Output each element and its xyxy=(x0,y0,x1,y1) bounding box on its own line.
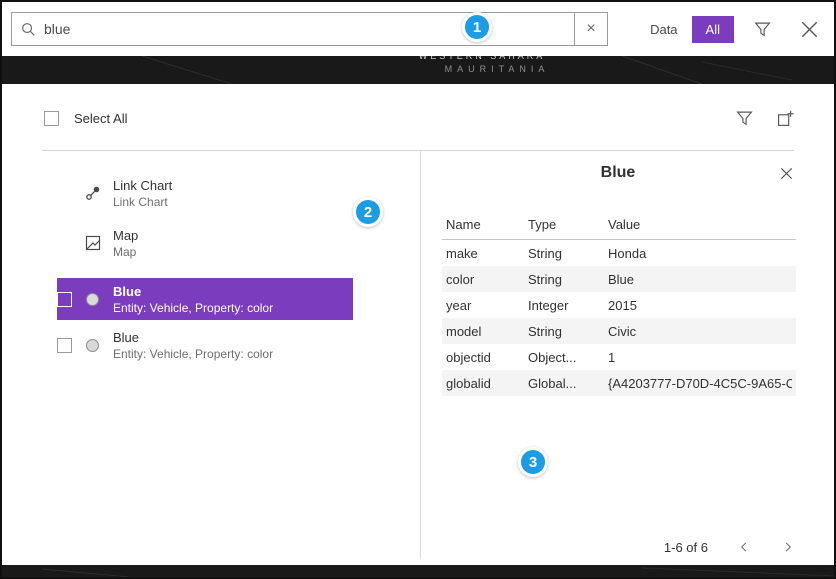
column-header: Name xyxy=(446,217,528,232)
item-subtitle: Entity: Vehicle, Property: color xyxy=(113,301,273,315)
panel-actions xyxy=(736,110,794,127)
select-all-checkbox[interactable] xyxy=(44,111,59,126)
clear-search-button[interactable]: × xyxy=(574,13,607,45)
cell-value: {A4203777-D70D-4C5C-9A65-C... xyxy=(608,376,792,391)
list-item-link-chart[interactable]: Link Chart Link Chart xyxy=(57,172,353,214)
property-table: Name Type Value make String Honda color … xyxy=(442,210,796,396)
map-label-mauritania: MAURITANIA xyxy=(422,64,572,74)
annotation-callout-2: 2 xyxy=(353,197,383,227)
table-row: objectid Object... 1 xyxy=(442,344,796,370)
list-item-map[interactable]: Map Map xyxy=(57,222,353,264)
cell-value: Blue xyxy=(608,272,792,287)
item-title: Link Chart xyxy=(113,178,172,193)
cell-type: Object... xyxy=(528,350,608,365)
table-header-row: Name Type Value xyxy=(442,210,796,240)
map-icon xyxy=(84,235,101,251)
cell-name: model xyxy=(446,324,528,339)
column-header: Value xyxy=(608,217,792,232)
search-results-panel: Select All Link Chart Link Chart xyxy=(2,84,834,565)
annotation-callout-3: 3 xyxy=(518,447,548,477)
search-input[interactable] xyxy=(44,13,574,45)
select-all-label: Select All xyxy=(74,111,127,126)
chevron-right-icon[interactable] xyxy=(780,539,796,555)
item-checkbox[interactable] xyxy=(57,292,72,307)
cell-value: 1 xyxy=(608,350,792,365)
cell-name: make xyxy=(446,246,528,261)
pagination: 1-6 of 6 xyxy=(664,539,796,555)
all-toggle-button[interactable]: All xyxy=(692,16,734,43)
item-title: Blue xyxy=(113,330,273,345)
chevron-left-icon[interactable] xyxy=(736,539,752,555)
app-window: WESTERN SAHARA MAURITANIA × Data All Sel… xyxy=(0,0,836,579)
item-checkbox[interactable] xyxy=(57,338,72,353)
cell-type: String xyxy=(528,324,608,339)
cell-value: Honda xyxy=(608,246,792,261)
add-to-list-icon[interactable] xyxy=(777,110,794,127)
cell-name: color xyxy=(446,272,528,287)
entity-icon xyxy=(84,339,101,352)
close-search-icon[interactable] xyxy=(797,17,822,42)
table-row: globalid Global... {A4203777-D70D-4C5C-9… xyxy=(442,370,796,396)
detail-close-icon[interactable] xyxy=(779,166,794,181)
detail-title: Blue xyxy=(442,164,794,182)
results-filter-icon[interactable] xyxy=(736,110,753,127)
cell-name: objectid xyxy=(446,350,528,365)
column-header: Type xyxy=(528,217,608,232)
pagination-label: 1-6 of 6 xyxy=(664,540,708,555)
table-row: color String Blue xyxy=(442,266,796,292)
search-icon xyxy=(21,22,36,37)
search-toolbar: × Data All xyxy=(2,2,834,56)
search-box[interactable]: × xyxy=(11,12,608,46)
cell-value: Civic xyxy=(608,324,792,339)
table-row: make String Honda xyxy=(442,240,796,266)
list-item-blue-selected[interactable]: Blue Entity: Vehicle, Property: color xyxy=(57,278,353,320)
table-row: model String Civic xyxy=(442,318,796,344)
table-row: year Integer 2015 xyxy=(442,292,796,318)
search-scope-toggle: Data All xyxy=(636,16,734,43)
filter-icon[interactable] xyxy=(750,17,775,42)
entity-icon xyxy=(84,293,101,306)
panel-header: Select All xyxy=(44,110,794,127)
select-all-control[interactable]: Select All xyxy=(44,111,127,126)
cell-name: year xyxy=(446,298,528,313)
list-item-blue[interactable]: Blue Entity: Vehicle, Property: color xyxy=(57,324,353,366)
cell-type: String xyxy=(528,272,608,287)
item-subtitle: Link Chart xyxy=(113,195,172,209)
cell-name: globalid xyxy=(446,376,528,391)
list-detail-divider xyxy=(420,150,421,559)
item-title: Map xyxy=(113,228,138,243)
cell-type: Global... xyxy=(528,376,608,391)
cell-value: 2015 xyxy=(608,298,792,313)
header-divider xyxy=(42,150,794,151)
item-subtitle: Entity: Vehicle, Property: color xyxy=(113,347,273,361)
cell-type: String xyxy=(528,246,608,261)
cell-type: Integer xyxy=(528,298,608,313)
annotation-callout-1: 1 xyxy=(462,12,492,42)
data-toggle-button[interactable]: Data xyxy=(636,16,691,43)
link-chart-icon xyxy=(84,185,101,201)
item-subtitle: Map xyxy=(113,245,138,259)
item-title: Blue xyxy=(113,284,273,299)
